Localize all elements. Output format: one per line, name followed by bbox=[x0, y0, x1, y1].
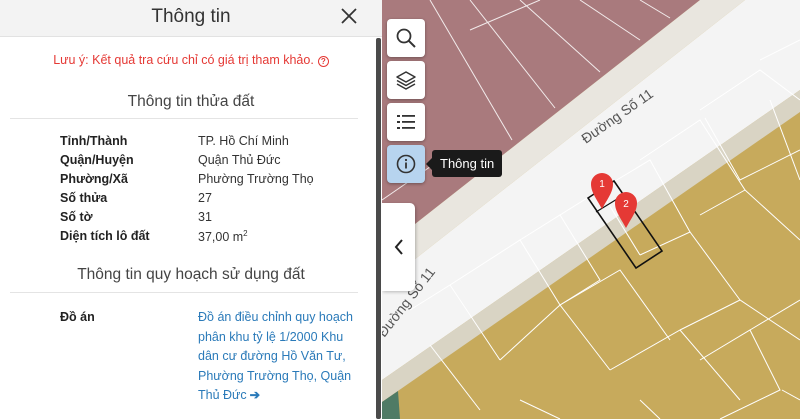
close-button[interactable] bbox=[338, 5, 360, 27]
arrow-right-icon: ➔ bbox=[249, 388, 261, 402]
info-tooltip: Thông tin bbox=[425, 150, 503, 177]
search-icon bbox=[396, 28, 416, 48]
notice-text: Lưu ý: Kết quả tra cứu chỉ có giá trị th… bbox=[0, 53, 382, 67]
row-sheet-number-value: 31 bbox=[198, 210, 212, 224]
row-area-value: 37,00 m2 bbox=[198, 229, 358, 244]
row-ward-label: Phường/Xã bbox=[60, 172, 128, 186]
land-section-title: Thông tin thửa đất bbox=[127, 93, 255, 110]
list-icon bbox=[397, 115, 415, 129]
row-area-unit-sup: 2 bbox=[243, 229, 248, 238]
map-list-button[interactable] bbox=[387, 103, 425, 141]
collapse-panel-button[interactable] bbox=[382, 203, 415, 291]
help-icon[interactable]: ? bbox=[317, 56, 329, 67]
chevron-left-icon bbox=[394, 239, 403, 255]
map-search-button[interactable] bbox=[387, 19, 425, 57]
panel-header: Thông tin bbox=[0, 0, 382, 37]
row-parcel-number-value: 27 bbox=[198, 191, 212, 205]
info-icon bbox=[396, 154, 416, 174]
row-sheet-number-label: Số tờ bbox=[60, 210, 93, 224]
map-layers-button[interactable] bbox=[387, 61, 425, 99]
land-section-divider bbox=[10, 118, 358, 119]
info-panel: Thông tin Lưu ý: Kết quả tra cứu chỉ có … bbox=[0, 0, 382, 419]
row-parcel-number-label: Số thửa bbox=[60, 191, 108, 205]
close-icon bbox=[341, 8, 357, 24]
row-province-label: Tỉnh/Thành bbox=[60, 134, 128, 148]
row-district-label: Quận/Huyện bbox=[60, 153, 134, 167]
marker-2-label: 2 bbox=[623, 199, 629, 210]
panel-title: Thông tin bbox=[151, 6, 231, 27]
row-province-value: TP. Hồ Chí Minh bbox=[198, 134, 289, 148]
row-ward-value: Phường Trường Thọ bbox=[198, 172, 314, 186]
notice-label: Lưu ý: Kết quả tra cứu chỉ có giá trị th… bbox=[53, 53, 314, 67]
row-plan-label: Đồ án bbox=[60, 310, 95, 324]
plan-section-title: Thông tin quy hoạch sử dụng đất bbox=[77, 266, 305, 283]
layers-icon bbox=[396, 71, 416, 90]
plan-section-divider bbox=[10, 292, 358, 293]
marker-1-label: 1 bbox=[599, 179, 605, 190]
plan-link[interactable]: Đồ án điều chỉnh quy hoạch phân khu tỷ l… bbox=[198, 308, 358, 406]
row-district-value: Quận Thủ Đức bbox=[198, 153, 281, 167]
panel-scrollbar[interactable] bbox=[376, 38, 381, 419]
plan-link-text: Đồ án điều chỉnh quy hoạch phân khu tỷ l… bbox=[198, 310, 353, 402]
row-area-number: 37,00 m bbox=[198, 230, 244, 245]
row-area-label: Diện tích lô đất bbox=[60, 229, 150, 243]
map-info-button[interactable] bbox=[387, 145, 425, 183]
